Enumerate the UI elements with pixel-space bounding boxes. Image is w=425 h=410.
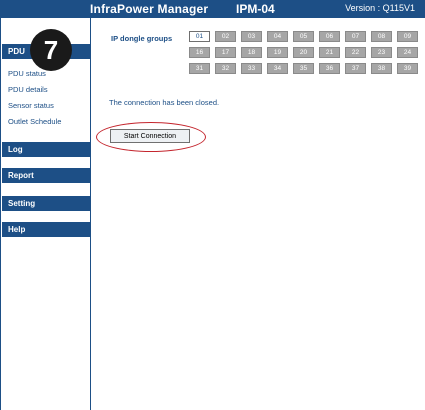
ip-group-23[interactable]: 23 xyxy=(371,47,392,58)
sidebar-section-log[interactable]: Log xyxy=(2,142,91,157)
ip-group-33[interactable]: 33 xyxy=(241,63,262,74)
sidebar-section-help[interactable]: Help xyxy=(2,222,91,237)
status-message: The connection has been closed. xyxy=(109,98,220,107)
ip-group-21[interactable]: 21 xyxy=(319,47,340,58)
device-name: IPM-04 xyxy=(236,2,275,16)
step-number-badge: 7 xyxy=(30,29,72,71)
ip-group-03[interactable]: 03 xyxy=(241,31,262,42)
ip-group-38[interactable]: 38 xyxy=(371,63,392,74)
ip-group-34[interactable]: 34 xyxy=(267,63,288,74)
ip-group-16[interactable]: 16 xyxy=(189,47,210,58)
ip-group-31[interactable]: 31 xyxy=(189,63,210,74)
ip-group-20[interactable]: 20 xyxy=(293,47,314,58)
ip-dongle-groups-label: IP dongle groups xyxy=(111,34,173,43)
ip-group-02[interactable]: 02 xyxy=(215,31,236,42)
ip-group-18[interactable]: 18 xyxy=(241,47,262,58)
ip-group-37[interactable]: 37 xyxy=(345,63,366,74)
ip-group-07[interactable]: 07 xyxy=(345,31,366,42)
sidebar-item-sensor-status[interactable]: Sensor status xyxy=(8,101,54,110)
sidebar-item-pdu-details[interactable]: PDU details xyxy=(8,85,48,94)
app-title: InfraPower Manager xyxy=(90,2,209,16)
sidebar-item-pdu-status[interactable]: PDU status xyxy=(8,69,46,78)
ip-group-01[interactable]: 01 xyxy=(189,31,210,42)
ip-group-32[interactable]: 32 xyxy=(215,63,236,74)
ip-group-22[interactable]: 22 xyxy=(345,47,366,58)
ip-group-35[interactable]: 35 xyxy=(293,63,314,74)
sidebar-section-report[interactable]: Report xyxy=(2,168,91,183)
ip-group-17[interactable]: 17 xyxy=(215,47,236,58)
ip-group-06[interactable]: 06 xyxy=(319,31,340,42)
sidebar-section-setting[interactable]: Setting xyxy=(2,196,91,211)
ip-group-24[interactable]: 24 xyxy=(397,47,418,58)
top-bar: InfraPower Manager IPM-04 Version : Q115… xyxy=(0,0,425,18)
sidebar-item-outlet-schedule[interactable]: Outlet Schedule xyxy=(8,117,61,126)
start-connection-button[interactable]: Start Connection xyxy=(110,129,190,143)
ip-group-04[interactable]: 04 xyxy=(267,31,288,42)
ip-group-05[interactable]: 05 xyxy=(293,31,314,42)
version-label: Version : Q115V1 xyxy=(345,3,415,13)
ip-group-19[interactable]: 19 xyxy=(267,47,288,58)
main-content: IP dongle groups 01 02 03 04 05 06 07 08 09 16 17 1… xyxy=(92,18,425,410)
ip-group-08[interactable]: 08 xyxy=(371,31,392,42)
ip-group-36[interactable]: 36 xyxy=(319,63,340,74)
ip-group-39[interactable]: 39 xyxy=(397,63,418,74)
ip-group-09[interactable]: 09 xyxy=(397,31,418,42)
sidebar: PDU PDU status PDU details Sensor status… xyxy=(0,18,91,410)
